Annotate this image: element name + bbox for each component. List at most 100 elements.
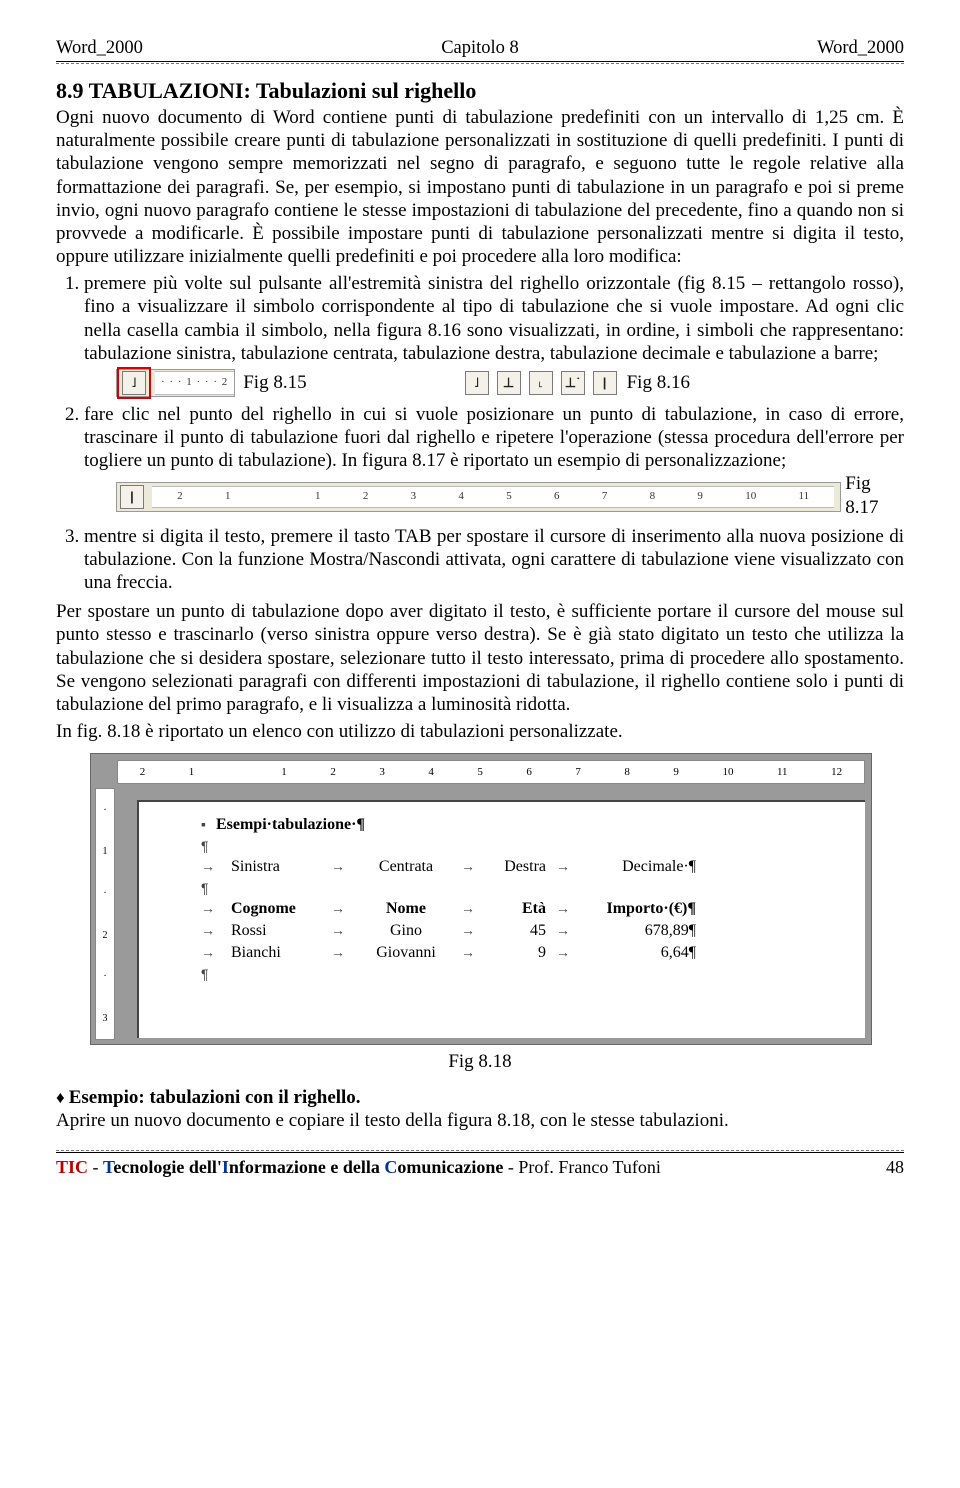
footer-I: I [222, 1157, 229, 1177]
section-title: 8.9 TABULAZIONI: Tabulazioni sul righell… [56, 78, 904, 104]
cell: 9 [491, 944, 546, 962]
doc-data-row: →Rossi →Gino →45 →678,89¶ [201, 922, 837, 940]
diamond-icon: ♦ [56, 1088, 65, 1107]
fig-817-ruler: | 2 1 1 2 3 4 5 6 7 8 9 10 [116, 482, 841, 512]
numbered-list: premere più volte sul pulsante all'estre… [56, 272, 904, 594]
doc-title: Esempi·tabulazione·¶ [216, 816, 365, 834]
tick: 1 [103, 846, 108, 857]
cell: Giovanni [361, 944, 451, 962]
doc-header-row-2: →Cognome →Nome →Età →Importo·(€)¶ [201, 900, 837, 918]
list-item-1-text: premere più volte sul pulsante all'estre… [84, 273, 904, 364]
tick: 1 [315, 490, 321, 503]
tick: 8 [624, 766, 630, 778]
footer-prof: Prof. Franco Tufoni [518, 1157, 661, 1177]
header-right: Word_2000 [817, 38, 904, 59]
tick: · [103, 971, 106, 982]
fig-818-caption: Fig 8.18 [56, 1051, 904, 1073]
fig-817-label: Fig 8.17 [845, 472, 904, 518]
fig-815-label: Fig 8.15 [243, 371, 306, 394]
tick: 2 [177, 490, 183, 503]
footer-text: nformazione e della [229, 1157, 384, 1177]
cell: Decimale·¶ [586, 858, 696, 876]
fig-816-icons: ˩ ⊥ ˪ ⊥˙ | [463, 370, 619, 396]
cell: Età [491, 900, 546, 918]
tick: 9 [697, 490, 703, 503]
footer-text: ecnologie dell' [113, 1157, 221, 1177]
page-footer: TIC - Tecnologie dell'Informazione e del… [56, 1157, 904, 1178]
tick: 4 [428, 766, 434, 778]
footer-rule-solid [56, 1152, 904, 1153]
fig-817-row: | 2 1 1 2 3 4 5 6 7 8 9 10 [84, 472, 904, 518]
list-item-1: premere più volte sul pulsante all'estre… [84, 272, 904, 397]
example-body: Aprire un nuovo documento e copiare il t… [56, 1109, 904, 1132]
footer-T: T [103, 1157, 113, 1177]
fig-815-ruler: ˩ · · · 1 · · · 2 [116, 369, 235, 397]
header-rule-solid [56, 61, 904, 62]
tick: 6 [554, 490, 560, 503]
tick: 6 [526, 766, 532, 778]
tick: 2 [330, 766, 336, 778]
header-center: Capitolo 8 [441, 38, 519, 59]
tick: 3 [411, 490, 417, 503]
tick: 9 [673, 766, 679, 778]
tab-bar-icon[interactable]: | [120, 485, 144, 509]
fig-815-816-row: ˩ · · · 1 · · · 2 Fig 8.15 ˩ ⊥ ˪ ⊥˙ | Fi… [116, 369, 904, 397]
intro-paragraph: Ogni nuovo documento di Word contiene pu… [56, 106, 904, 268]
tick: 7 [575, 766, 581, 778]
horizontal-ruler[interactable]: 2 1 1 2 3 4 5 6 7 8 9 10 11 12 [117, 760, 865, 784]
cell: Nome [361, 900, 451, 918]
cell: Gino [361, 922, 451, 940]
document-area[interactable]: ▪ Esempi·tabulazione·¶ ¶ →Sinistra →Cent… [137, 800, 865, 1038]
tab-bar-icon[interactable]: | [593, 371, 617, 395]
cell: Destra [491, 858, 546, 876]
cell: 678,89¶ [586, 922, 696, 940]
header-rule-dashed [56, 63, 904, 64]
fig-817-scale: 2 1 1 2 3 4 5 6 7 8 9 10 11 [152, 486, 834, 508]
tab-decimal-icon[interactable]: ⊥˙ [561, 371, 585, 395]
tick: 1 [189, 766, 195, 778]
page: Word_2000 Capitolo 8 Word_2000 8.9 TABUL… [0, 0, 960, 1208]
tick: 5 [477, 766, 483, 778]
tab-right-icon[interactable]: ˪ [529, 371, 553, 395]
footer-sep: - [503, 1157, 518, 1177]
page-number: 48 [886, 1157, 904, 1178]
list-item-2-text: fare clic nel punto del righello in cui … [84, 404, 904, 471]
fig-815-highlight: ˩ [117, 367, 151, 399]
cell: Rossi [231, 922, 321, 940]
cell: Sinistra [231, 858, 321, 876]
tick: 10 [722, 766, 733, 778]
tab-center-icon[interactable]: ⊥ [497, 371, 521, 395]
vertical-ruler[interactable]: · 1 · 2 · 3 [95, 788, 115, 1040]
tick: 3 [379, 766, 385, 778]
tab-left-icon[interactable]: ˩ [465, 371, 489, 395]
tick: 5 [506, 490, 512, 503]
footer-text: omunicazione [397, 1157, 503, 1177]
tick: · [103, 805, 106, 816]
list-item-2: fare clic nel punto del righello in cui … [84, 403, 904, 519]
tick: 4 [458, 490, 464, 503]
doc-data-row: →Bianchi →Giovanni →9 →6,64¶ [201, 944, 837, 962]
footer-tic: TIC [56, 1157, 88, 1177]
tick: 11 [777, 766, 788, 778]
tab-left-icon[interactable]: ˩ [122, 371, 146, 395]
tick: 11 [799, 490, 810, 503]
tick: 2 [363, 490, 369, 503]
tick: 1 [225, 490, 231, 503]
cell: Bianchi [231, 944, 321, 962]
fig-818-screenshot: 2 1 1 2 3 4 5 6 7 8 9 10 11 12 · 1 · 2 ·… [90, 753, 872, 1045]
tick: 2 [140, 766, 146, 778]
fig-815-scale: · · · 1 · · · 2 [155, 371, 234, 395]
fig-816-label: Fig 8.16 [627, 371, 690, 394]
example-heading: ♦Esempio: tabulazioni con il righello. [56, 1087, 904, 1109]
page-header: Word_2000 Capitolo 8 Word_2000 [56, 38, 904, 59]
cell: Cognome [231, 900, 321, 918]
paragraph-move-tab: Per spostare un punto di tabulazione dop… [56, 600, 904, 716]
footer-rule-dashed [56, 1150, 904, 1151]
cell: Centrata [361, 858, 451, 876]
footer-left: TIC - Tecnologie dell'Informazione e del… [56, 1157, 661, 1178]
example-title-text: Esempio: tabulazioni con il righello. [69, 1087, 361, 1108]
tick: 8 [650, 490, 656, 503]
doc-blank-row: ¶ [201, 838, 837, 854]
cell: 6,64¶ [586, 944, 696, 962]
list-item-3-text: mentre si digita il testo, premere il ta… [84, 526, 904, 593]
